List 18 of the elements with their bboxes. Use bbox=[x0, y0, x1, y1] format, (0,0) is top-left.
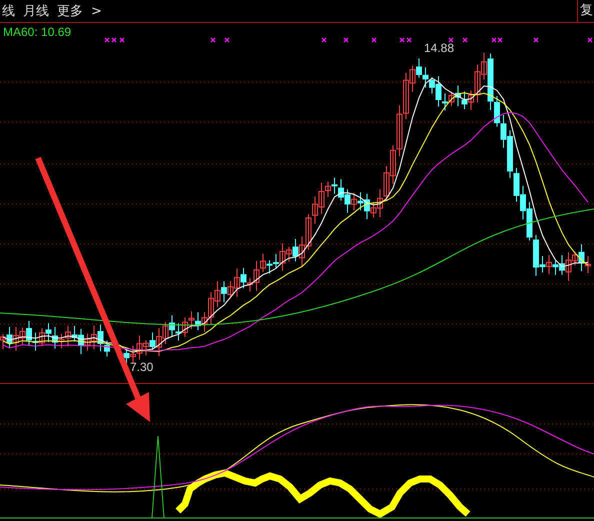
cross-marker-icon bbox=[119, 37, 125, 43]
cross-marker-icon bbox=[462, 37, 468, 43]
cross-marker-icon bbox=[448, 37, 454, 43]
cross-marker-icon bbox=[343, 37, 349, 43]
high-price-label: 14.88 bbox=[424, 41, 454, 55]
cross-marker-icon bbox=[587, 37, 593, 43]
period-tab[interactable]: 月线 bbox=[23, 2, 49, 20]
period-tab[interactable]: 更多 bbox=[57, 2, 83, 20]
period-tab[interactable]: 线 bbox=[2, 2, 15, 20]
cross-marker-icon bbox=[533, 37, 539, 43]
low-price-label: 7.30 bbox=[130, 360, 154, 374]
restore-tab[interactable]: 复 bbox=[577, 0, 594, 22]
cross-marker-icon bbox=[321, 37, 327, 43]
cross-marker-icon bbox=[371, 37, 377, 43]
ma60-label: MA60: 10.69 bbox=[3, 25, 72, 39]
cross-marker-icon bbox=[224, 37, 230, 43]
more-arrow[interactable]: > bbox=[91, 4, 102, 18]
cross-marker-icon bbox=[210, 37, 216, 43]
